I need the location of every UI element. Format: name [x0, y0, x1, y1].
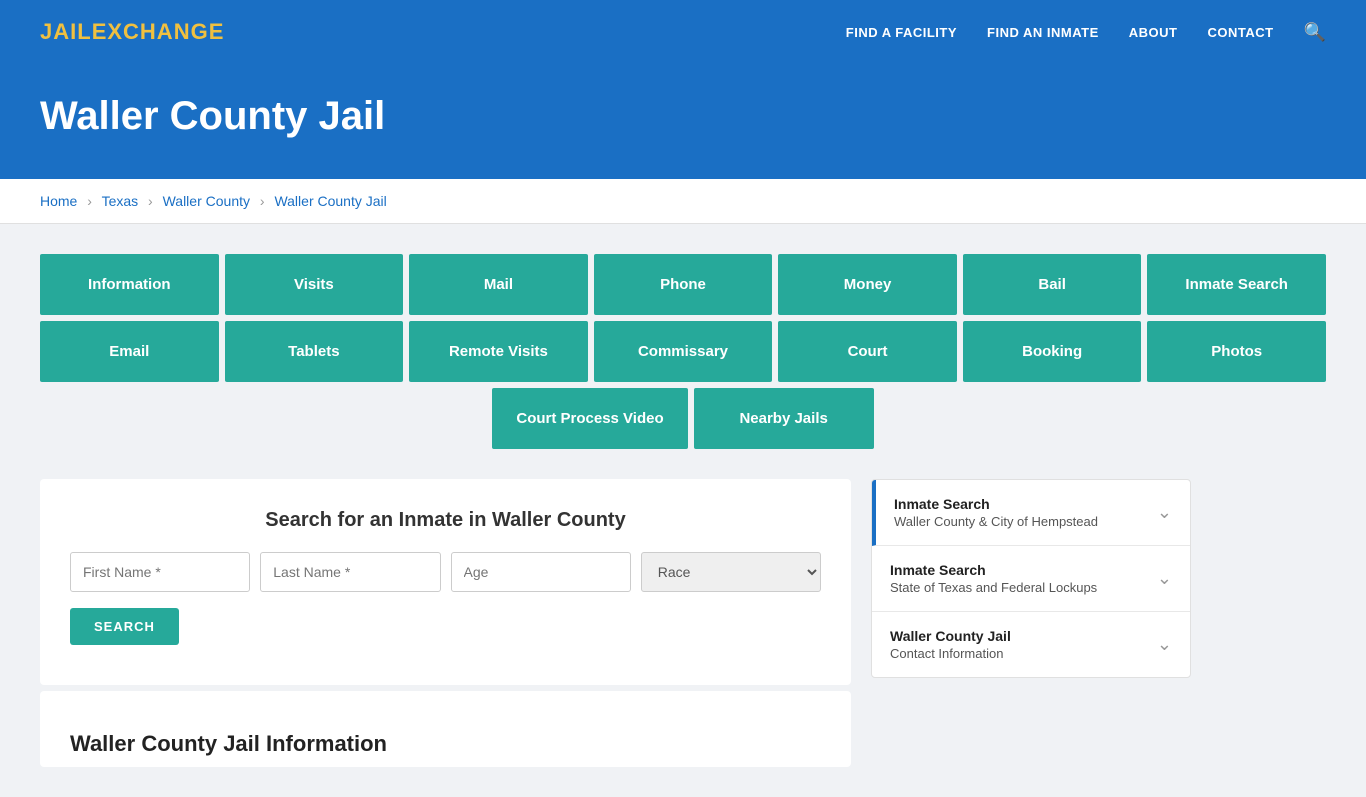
tile-row-2: Email Tablets Remote Visits Commissary C… — [40, 321, 1326, 382]
race-select[interactable]: Race All White Black Hispanic Asian Othe… — [641, 552, 821, 592]
sidebar-item-left-1: Inmate Search Waller County & City of He… — [894, 496, 1098, 529]
tile-visits[interactable]: Visits — [225, 254, 404, 315]
nav-find-facility[interactable]: FIND A FACILITY — [846, 25, 957, 40]
logo-exchange: EXCHANGE — [92, 19, 225, 44]
navbar: JAILEXCHANGE FIND A FACILITY FIND AN INM… — [0, 0, 1366, 64]
tile-booking[interactable]: Booking — [963, 321, 1142, 382]
sidebar-item-title-3: Waller County Jail — [890, 628, 1011, 644]
sidebar-item-left-2: Inmate Search State of Texas and Federal… — [890, 562, 1097, 595]
nav-about[interactable]: ABOUT — [1129, 25, 1178, 40]
tile-court[interactable]: Court — [778, 321, 957, 382]
site-logo[interactable]: JAILEXCHANGE — [40, 19, 224, 45]
nav-links: FIND A FACILITY FIND AN INMATE ABOUT CON… — [846, 22, 1326, 43]
logo-jail: JAIL — [40, 19, 92, 44]
tile-money[interactable]: Money — [778, 254, 957, 315]
sidebar-item-subtitle-3: Contact Information — [890, 646, 1011, 661]
page-title: Waller County Jail — [40, 94, 1326, 139]
sidebar-item-title-2: Inmate Search — [890, 562, 1097, 578]
chevron-down-icon-1: ⌄ — [1157, 502, 1172, 523]
sidebar-item-left-3: Waller County Jail Contact Information — [890, 628, 1011, 661]
tile-tablets[interactable]: Tablets — [225, 321, 404, 382]
sidebar-item-contact-info[interactable]: Waller County Jail Contact Information ⌄ — [872, 612, 1190, 677]
breadcrumb-sep-2: › — [148, 193, 153, 209]
tile-remote-visits[interactable]: Remote Visits — [409, 321, 588, 382]
search-section: Search for an Inmate in Waller County Ra… — [40, 479, 851, 767]
search-fields: Race All White Black Hispanic Asian Othe… — [70, 552, 821, 592]
sidebar-item-waller-inmate-search[interactable]: Inmate Search Waller County & City of He… — [872, 480, 1190, 546]
tile-court-process-video[interactable]: Court Process Video — [492, 388, 687, 449]
breadcrumb: Home › Texas › Waller County › Waller Co… — [0, 179, 1366, 224]
tile-mail[interactable]: Mail — [409, 254, 588, 315]
nav-contact[interactable]: CONTACT — [1207, 25, 1273, 40]
inmate-search-box: Search for an Inmate in Waller County Ra… — [40, 479, 851, 685]
breadcrumb-texas[interactable]: Texas — [102, 193, 139, 209]
breadcrumb-sep-3: › — [260, 193, 265, 209]
content-area: Information Visits Mail Phone Money Bail… — [0, 224, 1366, 797]
search-button[interactable]: SEARCH — [70, 608, 179, 645]
tile-row-3: Court Process Video Nearby Jails — [40, 388, 1326, 449]
breadcrumb-sep-1: › — [87, 193, 92, 209]
sidebar-card: Inmate Search Waller County & City of He… — [871, 479, 1191, 678]
sidebar-item-title-1: Inmate Search — [894, 496, 1098, 512]
sidebar-item-subtitle-2: State of Texas and Federal Lockups — [890, 580, 1097, 595]
tile-bail[interactable]: Bail — [963, 254, 1142, 315]
first-name-input[interactable] — [70, 552, 250, 592]
chevron-down-icon-2: ⌄ — [1157, 568, 1172, 589]
tile-email[interactable]: Email — [40, 321, 219, 382]
tile-inmate-search[interactable]: Inmate Search — [1147, 254, 1326, 315]
tile-nearby-jails[interactable]: Nearby Jails — [694, 388, 874, 449]
search-icon[interactable]: 🔍 — [1304, 22, 1326, 43]
sidebar: Inmate Search Waller County & City of He… — [871, 479, 1191, 678]
breadcrumb-waller-county-jail[interactable]: Waller County Jail — [274, 193, 386, 209]
main-layout: Search for an Inmate in Waller County Ra… — [40, 479, 1326, 767]
search-title: Search for an Inmate in Waller County — [70, 509, 821, 532]
tile-phone[interactable]: Phone — [594, 254, 773, 315]
nav-find-inmate[interactable]: FIND AN INMATE — [987, 25, 1099, 40]
tile-information[interactable]: Information — [40, 254, 219, 315]
chevron-down-icon-3: ⌄ — [1157, 634, 1172, 655]
age-input[interactable] — [451, 552, 631, 592]
tile-commissary[interactable]: Commissary — [594, 321, 773, 382]
sidebar-item-subtitle-1: Waller County & City of Hempstead — [894, 514, 1098, 529]
breadcrumb-waller-county[interactable]: Waller County — [163, 193, 250, 209]
sidebar-item-texas-inmate-search[interactable]: Inmate Search State of Texas and Federal… — [872, 546, 1190, 612]
tile-photos[interactable]: Photos — [1147, 321, 1326, 382]
breadcrumb-home[interactable]: Home — [40, 193, 77, 209]
hero-section: Waller County Jail — [0, 64, 1366, 179]
section-heading: Waller County Jail Information — [70, 711, 821, 757]
last-name-input[interactable] — [260, 552, 440, 592]
tile-row-1: Information Visits Mail Phone Money Bail… — [40, 254, 1326, 315]
